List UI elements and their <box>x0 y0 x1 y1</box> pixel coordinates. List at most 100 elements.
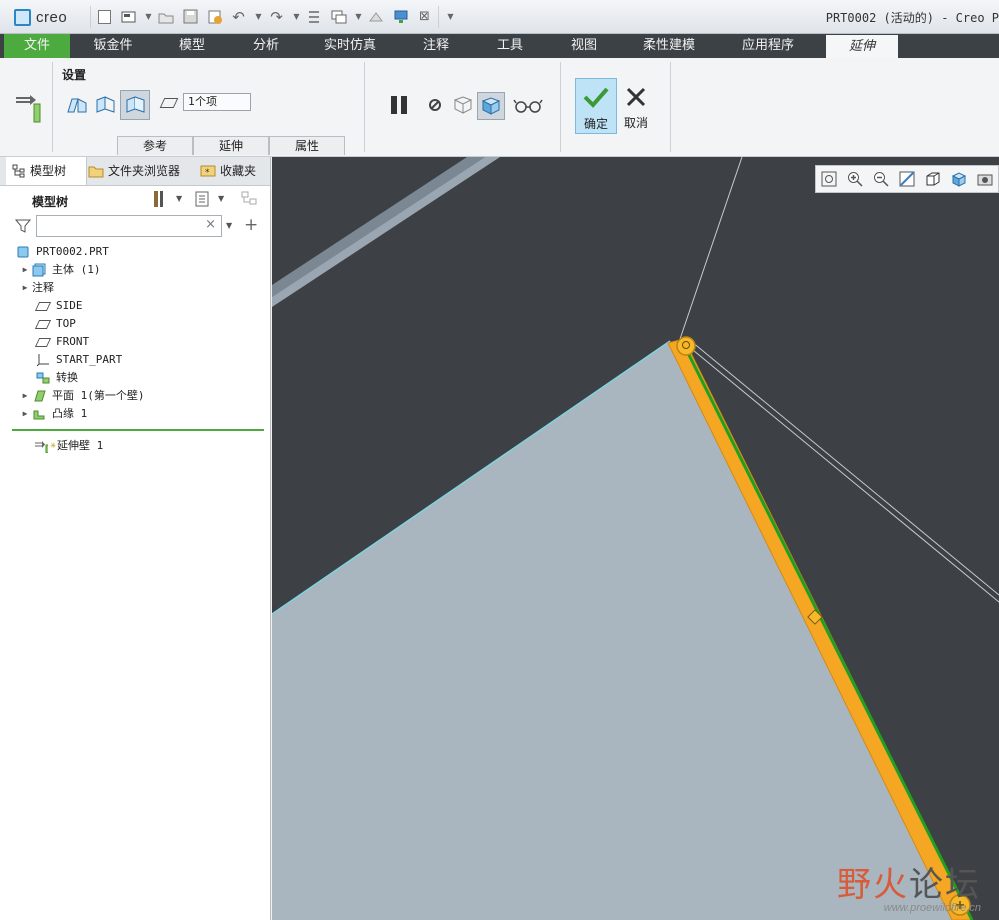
tree-item-front[interactable]: FRONT <box>0 333 270 351</box>
tab-favorites[interactable]: * 收藏夹 <box>194 157 276 185</box>
filter-icon[interactable] <box>14 218 32 237</box>
customize-toolbar-icon[interactable]: ▼ <box>442 8 459 25</box>
menu-tools[interactable]: 工具 <box>478 34 542 58</box>
tab-folder-browser[interactable]: 文件夹浏览器 <box>82 157 198 185</box>
tree-item-convert[interactable]: 转换 <box>0 369 270 387</box>
redo-icon[interactable]: ↷ <box>268 8 285 26</box>
tree-item-label: 转换 <box>56 371 78 384</box>
save-icon[interactable] <box>182 8 199 25</box>
subtab-extend[interactable]: 延伸 <box>193 136 269 155</box>
repaint-icon[interactable] <box>898 170 916 188</box>
tree-item-annotations[interactable]: ▶ 注释 <box>0 279 270 297</box>
tree-item-label: START_PART <box>56 353 123 366</box>
body-icon <box>32 263 46 277</box>
geometry-preview-icon[interactable] <box>477 92 505 120</box>
title-bar: creo ▼ ↶ ▼ ↷ ▼ ▼ ⊠ ▼ PRT0002 (活动的) - Cre… <box>0 0 999 34</box>
chevron-down-icon[interactable]: ▼ <box>250 8 267 25</box>
expand-arrow-icon[interactable]: ▶ <box>18 261 32 279</box>
extend-to-edge-icon[interactable] <box>64 92 90 118</box>
menu-file[interactable]: 文件 <box>4 34 70 58</box>
menu-applications[interactable]: 应用程序 <box>726 34 810 58</box>
show-options-icon[interactable] <box>194 190 212 211</box>
add-filter-icon[interactable]: + <box>244 215 258 235</box>
regenerate-model-icon[interactable] <box>305 8 322 25</box>
subtab-references[interactable]: 参考 <box>117 136 193 155</box>
zoom-out-icon[interactable] <box>872 170 890 188</box>
close-windows-icon[interactable] <box>367 8 384 25</box>
divider <box>438 6 439 28</box>
undo-icon[interactable]: ↶ <box>230 8 247 26</box>
graphics-area[interactable]: 野火论坛 www.proewildfire.cn <box>272 157 999 920</box>
saved-orientations-icon[interactable] <box>950 170 968 188</box>
extend-by-value-icon[interactable] <box>120 90 150 120</box>
tree-item-planar-wall[interactable]: ▶ 平面 1(第一个壁) <box>0 387 270 405</box>
verify-glasses-icon[interactable] <box>512 92 544 118</box>
tree-item-label: SIDE <box>56 299 83 312</box>
menu-analysis[interactable]: 分析 <box>234 34 298 58</box>
insert-here-indicator[interactable] <box>12 429 264 431</box>
reference-line <box>679 157 743 340</box>
extend-wall-icon <box>34 439 48 453</box>
ok-button[interactable]: 确定 <box>575 78 617 134</box>
chevron-down-icon[interactable]: ▼ <box>288 8 305 25</box>
refit-icon[interactable] <box>820 170 838 188</box>
chevron-down-icon[interactable]: ▼ <box>226 221 232 230</box>
tree-item-part[interactable]: PRT0002.PRT <box>0 243 270 261</box>
chevron-down-icon[interactable]: ▼ <box>350 8 367 25</box>
display-style-icon[interactable] <box>924 170 942 188</box>
close-icon[interactable]: ⊠ <box>416 8 433 25</box>
separate-preview-icon[interactable] <box>450 92 476 118</box>
tree-item-side[interactable]: SIDE <box>0 297 270 315</box>
flange-icon <box>32 407 46 421</box>
extend-feature-icon <box>12 92 44 127</box>
model-geometry <box>272 157 999 920</box>
menu-annotate[interactable]: 注释 <box>404 34 468 58</box>
menu-bar: 文件 钣金件 模型 分析 实时仿真 注释 工具 视图 柔性建模 应用程序 延伸 <box>0 34 999 58</box>
reference-collector[interactable]: 1个项 <box>183 93 251 111</box>
open-file-icon[interactable] <box>120 8 137 25</box>
divider <box>670 62 671 152</box>
tree-item-top[interactable]: TOP <box>0 315 270 333</box>
tree-item-flange[interactable]: ▶ 凸缘 1 <box>0 405 270 423</box>
zoom-in-icon[interactable] <box>846 170 864 188</box>
expand-arrow-icon[interactable]: ▶ <box>18 279 32 297</box>
network-icon[interactable] <box>392 8 409 25</box>
tree-icon <box>12 164 25 178</box>
menu-simulation[interactable]: 实时仿真 <box>310 34 390 58</box>
open-folder-icon[interactable] <box>157 8 174 25</box>
drag-handle-start[interactable] <box>676 336 696 356</box>
datum-plane-icon <box>34 317 52 331</box>
navigator-tabs: 模型树 文件夹浏览器 * 收藏夹 <box>0 157 270 186</box>
new-file-icon[interactable] <box>96 8 113 25</box>
tree-search-input[interactable]: × <box>36 215 222 237</box>
expand-arrow-icon[interactable]: ▶ <box>18 405 32 423</box>
svg-text:*: * <box>205 168 210 178</box>
menu-extend[interactable]: 延伸 <box>826 35 898 58</box>
cancel-button[interactable]: 取消 <box>616 78 656 132</box>
menu-model[interactable]: 模型 <box>160 34 224 58</box>
view-manager-icon[interactable] <box>976 170 994 188</box>
menu-sheetmetal[interactable]: 钣金件 <box>78 34 148 58</box>
menu-flexible-modeling[interactable]: 柔性建模 <box>628 34 710 58</box>
chevron-down-icon[interactable]: ▼ <box>218 194 224 203</box>
cancel-x-icon <box>626 87 646 107</box>
clear-search-icon[interactable]: × <box>205 217 216 232</box>
chevron-down-icon[interactable]: ▼ <box>176 194 182 203</box>
extend-to-plane-icon[interactable] <box>92 92 118 118</box>
pause-icon[interactable] <box>386 92 412 118</box>
windows-icon[interactable] <box>330 8 347 25</box>
regenerate-icon[interactable] <box>206 8 223 25</box>
divider <box>90 6 91 28</box>
no-preview-icon[interactable] <box>422 92 448 118</box>
filter-tree-icon[interactable] <box>240 190 260 211</box>
tree-settings-icon[interactable] <box>150 189 170 212</box>
expand-arrow-icon[interactable]: ▶ <box>18 387 32 405</box>
tab-favorites-label: 收藏夹 <box>220 164 257 178</box>
tree-item-body[interactable]: ▶ 主体 (1) <box>0 261 270 279</box>
chevron-down-icon[interactable]: ▼ <box>140 8 157 25</box>
tree-item-start-part[interactable]: START_PART <box>0 351 270 369</box>
menu-view[interactable]: 视图 <box>552 34 616 58</box>
tab-model-tree[interactable]: 模型树 <box>6 157 87 185</box>
subtab-properties[interactable]: 属性 <box>269 136 345 155</box>
tree-item-extend-wall[interactable]: ✳ 延伸壁 1 <box>0 437 270 455</box>
